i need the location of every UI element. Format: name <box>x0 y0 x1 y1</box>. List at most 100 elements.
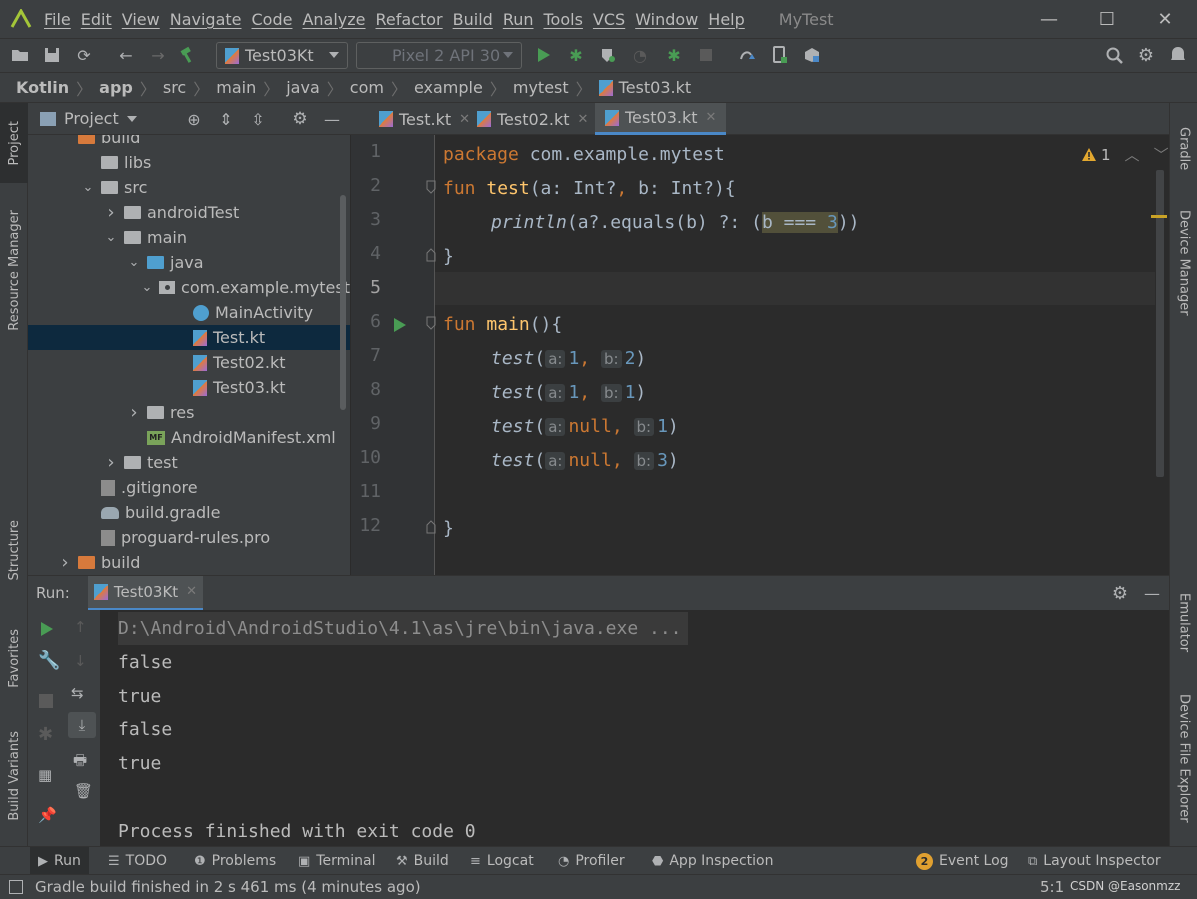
debug-icon[interactable]: ✱ <box>564 43 588 67</box>
stop-icon[interactable] <box>39 694 53 708</box>
close-tab-icon[interactable]: ✕ <box>186 584 197 599</box>
collapse-all-icon[interactable]: ⇳ <box>246 107 270 131</box>
menu-window[interactable]: Window <box>635 10 698 29</box>
toggle-tool-windows-icon[interactable] <box>9 880 23 894</box>
menu-code[interactable]: Code <box>252 10 293 29</box>
run-icon[interactable] <box>532 43 556 67</box>
menu-build[interactable]: Build <box>453 10 493 29</box>
tool-tab-device-manager[interactable]: Device Manager <box>1170 198 1197 328</box>
breadcrumb-file[interactable]: Test03.kt <box>619 78 692 97</box>
breadcrumb-kotlin[interactable]: Kotlin <box>16 78 69 97</box>
arrow-down-icon[interactable]: ↓ <box>74 652 87 670</box>
settings-gear-icon[interactable]: ⚙ <box>1134 43 1158 67</box>
print-icon[interactable]: 🖶 <box>73 750 87 775</box>
menu-edit[interactable]: Edit <box>81 10 112 29</box>
tool-button-layout-inspector[interactable]: ⧉ Layout Inspector <box>1028 847 1161 875</box>
tool-tab-structure[interactable]: Structure <box>0 503 28 598</box>
ide-update-icon[interactable] <box>1166 43 1190 67</box>
chevron-down-icon[interactable]: ⌄ <box>81 180 95 195</box>
debug-disabled-icon[interactable]: ✱ <box>38 724 53 745</box>
expand-all-icon[interactable]: ⇕ <box>214 107 238 131</box>
tree-item[interactable]: Test02.kt <box>28 350 350 375</box>
tree-item[interactable]: build <box>28 135 350 150</box>
caret-position[interactable]: 5:1 <box>1040 878 1064 896</box>
project-view-selector[interactable]: Project <box>64 109 119 128</box>
device-manager-icon[interactable] <box>768 43 792 67</box>
tree-item[interactable]: .gitignore <box>28 475 350 500</box>
editor-tab-test03[interactable]: Test03.kt ✕ <box>595 103 727 135</box>
run-with-coverage-icon[interactable] <box>596 43 620 67</box>
trash-icon[interactable]: 🗑 <box>74 782 93 800</box>
fold-icon[interactable] <box>426 180 436 194</box>
minimize-button[interactable]: — <box>1020 0 1078 38</box>
tree-item[interactable]: build.gradle <box>28 500 350 525</box>
breadcrumb-com[interactable]: com <box>350 78 384 97</box>
panel-settings-gear-icon[interactable]: ⚙ <box>288 107 312 131</box>
tree-item[interactable]: MF AndroidManifest.xml <box>28 425 350 450</box>
open-folder-icon[interactable] <box>8 43 32 67</box>
attach-debugger-icon[interactable]: ✱ <box>662 43 686 67</box>
chevron-down-icon[interactable] <box>126 115 137 122</box>
tree-item[interactable]: proguard-rules.pro <box>28 525 350 550</box>
menu-view[interactable]: View <box>122 10 160 29</box>
arrow-up-icon[interactable]: ↑ <box>74 618 87 636</box>
tool-button-problems[interactable]: ❶ Problems <box>194 847 276 875</box>
tool-button-run[interactable]: ▶ Run <box>30 847 89 875</box>
menu-run[interactable]: Run <box>503 10 534 29</box>
layout-icon[interactable]: ▦ <box>38 766 52 784</box>
tool-tab-emulator[interactable]: Emulator <box>1170 578 1197 668</box>
tool-button-event-log[interactable]: 2 Event Log <box>916 847 1009 875</box>
tool-tab-device-file-explorer[interactable]: Device File Explorer <box>1170 683 1197 833</box>
chevron-down-icon[interactable]: ⌄ <box>104 230 118 245</box>
hide-run-panel-icon[interactable]: — <box>1140 581 1164 605</box>
run-settings-gear-icon[interactable]: ⚙ <box>1108 581 1132 605</box>
save-icon[interactable] <box>40 43 64 67</box>
sync-icon[interactable]: ⟳ <box>72 43 96 67</box>
tree-item[interactable]: › androidTest <box>28 200 350 225</box>
tool-button-terminal[interactable]: ▣ Terminal <box>298 847 375 875</box>
menu-tools[interactable]: Tools <box>544 10 583 29</box>
chevron-up-icon[interactable]: ︿ <box>1125 144 1140 165</box>
rerun-icon[interactable] <box>40 621 54 637</box>
chevron-right-icon[interactable]: › <box>104 452 118 473</box>
tool-tab-resource-manager[interactable]: Resource Manager <box>0 195 28 345</box>
chevron-right-icon[interactable]: › <box>58 552 72 573</box>
breadcrumb-main[interactable]: main <box>216 78 256 97</box>
pin-icon[interactable]: 📌 <box>38 806 57 824</box>
sync-gradle-icon[interactable] <box>736 43 760 67</box>
fold-icon[interactable] <box>426 520 436 534</box>
editor-tab-test02[interactable]: Test02.kt ✕ <box>467 103 598 135</box>
tool-tab-favorites[interactable]: Favorites <box>0 613 28 703</box>
tool-tab-build-variants[interactable]: Build Variants <box>0 718 28 833</box>
stop-icon[interactable] <box>694 43 718 67</box>
tree-item[interactable]: ⌄ src <box>28 175 350 200</box>
maximize-button[interactable]: ☐ <box>1078 0 1136 38</box>
warning-marker[interactable] <box>1151 215 1167 218</box>
tool-button-app-inspection[interactable]: ⬣ App Inspection <box>652 847 773 875</box>
status-message[interactable]: Gradle build finished in 2 s 461 ms (4 m… <box>35 878 421 896</box>
tool-button-build[interactable]: ⚒ Build <box>396 847 449 875</box>
profile-icon[interactable]: ◔ <box>628 43 652 67</box>
tool-button-profiler[interactable]: ◔ Profiler <box>558 847 625 875</box>
code-editor[interactable]: 1 2 3 4 5 6 7 8 9 10 11 12 package com.e… <box>351 135 1169 575</box>
chevron-right-icon[interactable]: › <box>104 202 118 223</box>
tree-item[interactable]: libs <box>28 150 350 175</box>
soft-wrap-icon[interactable]: ⇆ <box>71 684 84 702</box>
tree-item[interactable]: › build <box>28 550 350 575</box>
inspection-widget[interactable]: 1 ︿ ﹀ <box>1081 144 1169 165</box>
fold-icon[interactable] <box>426 316 436 330</box>
breadcrumb-mytest[interactable]: mytest <box>513 78 569 97</box>
chevron-down-icon[interactable]: ⌄ <box>127 255 141 270</box>
tree-item[interactable]: › test <box>28 450 350 475</box>
tool-tab-gradle[interactable]: Gradle <box>1170 111 1197 186</box>
close-tab-icon[interactable]: ✕ <box>578 112 589 127</box>
editor-tab-test[interactable]: Test.kt ✕ <box>369 103 480 135</box>
project-tree-scrollbar[interactable] <box>340 195 346 410</box>
wrench-icon[interactable]: 🔧 <box>38 650 60 671</box>
chevron-down-icon[interactable]: ﹀ <box>1154 144 1169 165</box>
make-project-hammer-icon[interactable] <box>176 43 200 67</box>
back-arrow-icon[interactable]: ← <box>114 43 138 67</box>
menu-help[interactable]: Help <box>708 10 744 29</box>
locate-file-icon[interactable]: ⊕ <box>182 107 206 131</box>
chevron-down-icon[interactable]: ⌄ <box>140 280 153 295</box>
